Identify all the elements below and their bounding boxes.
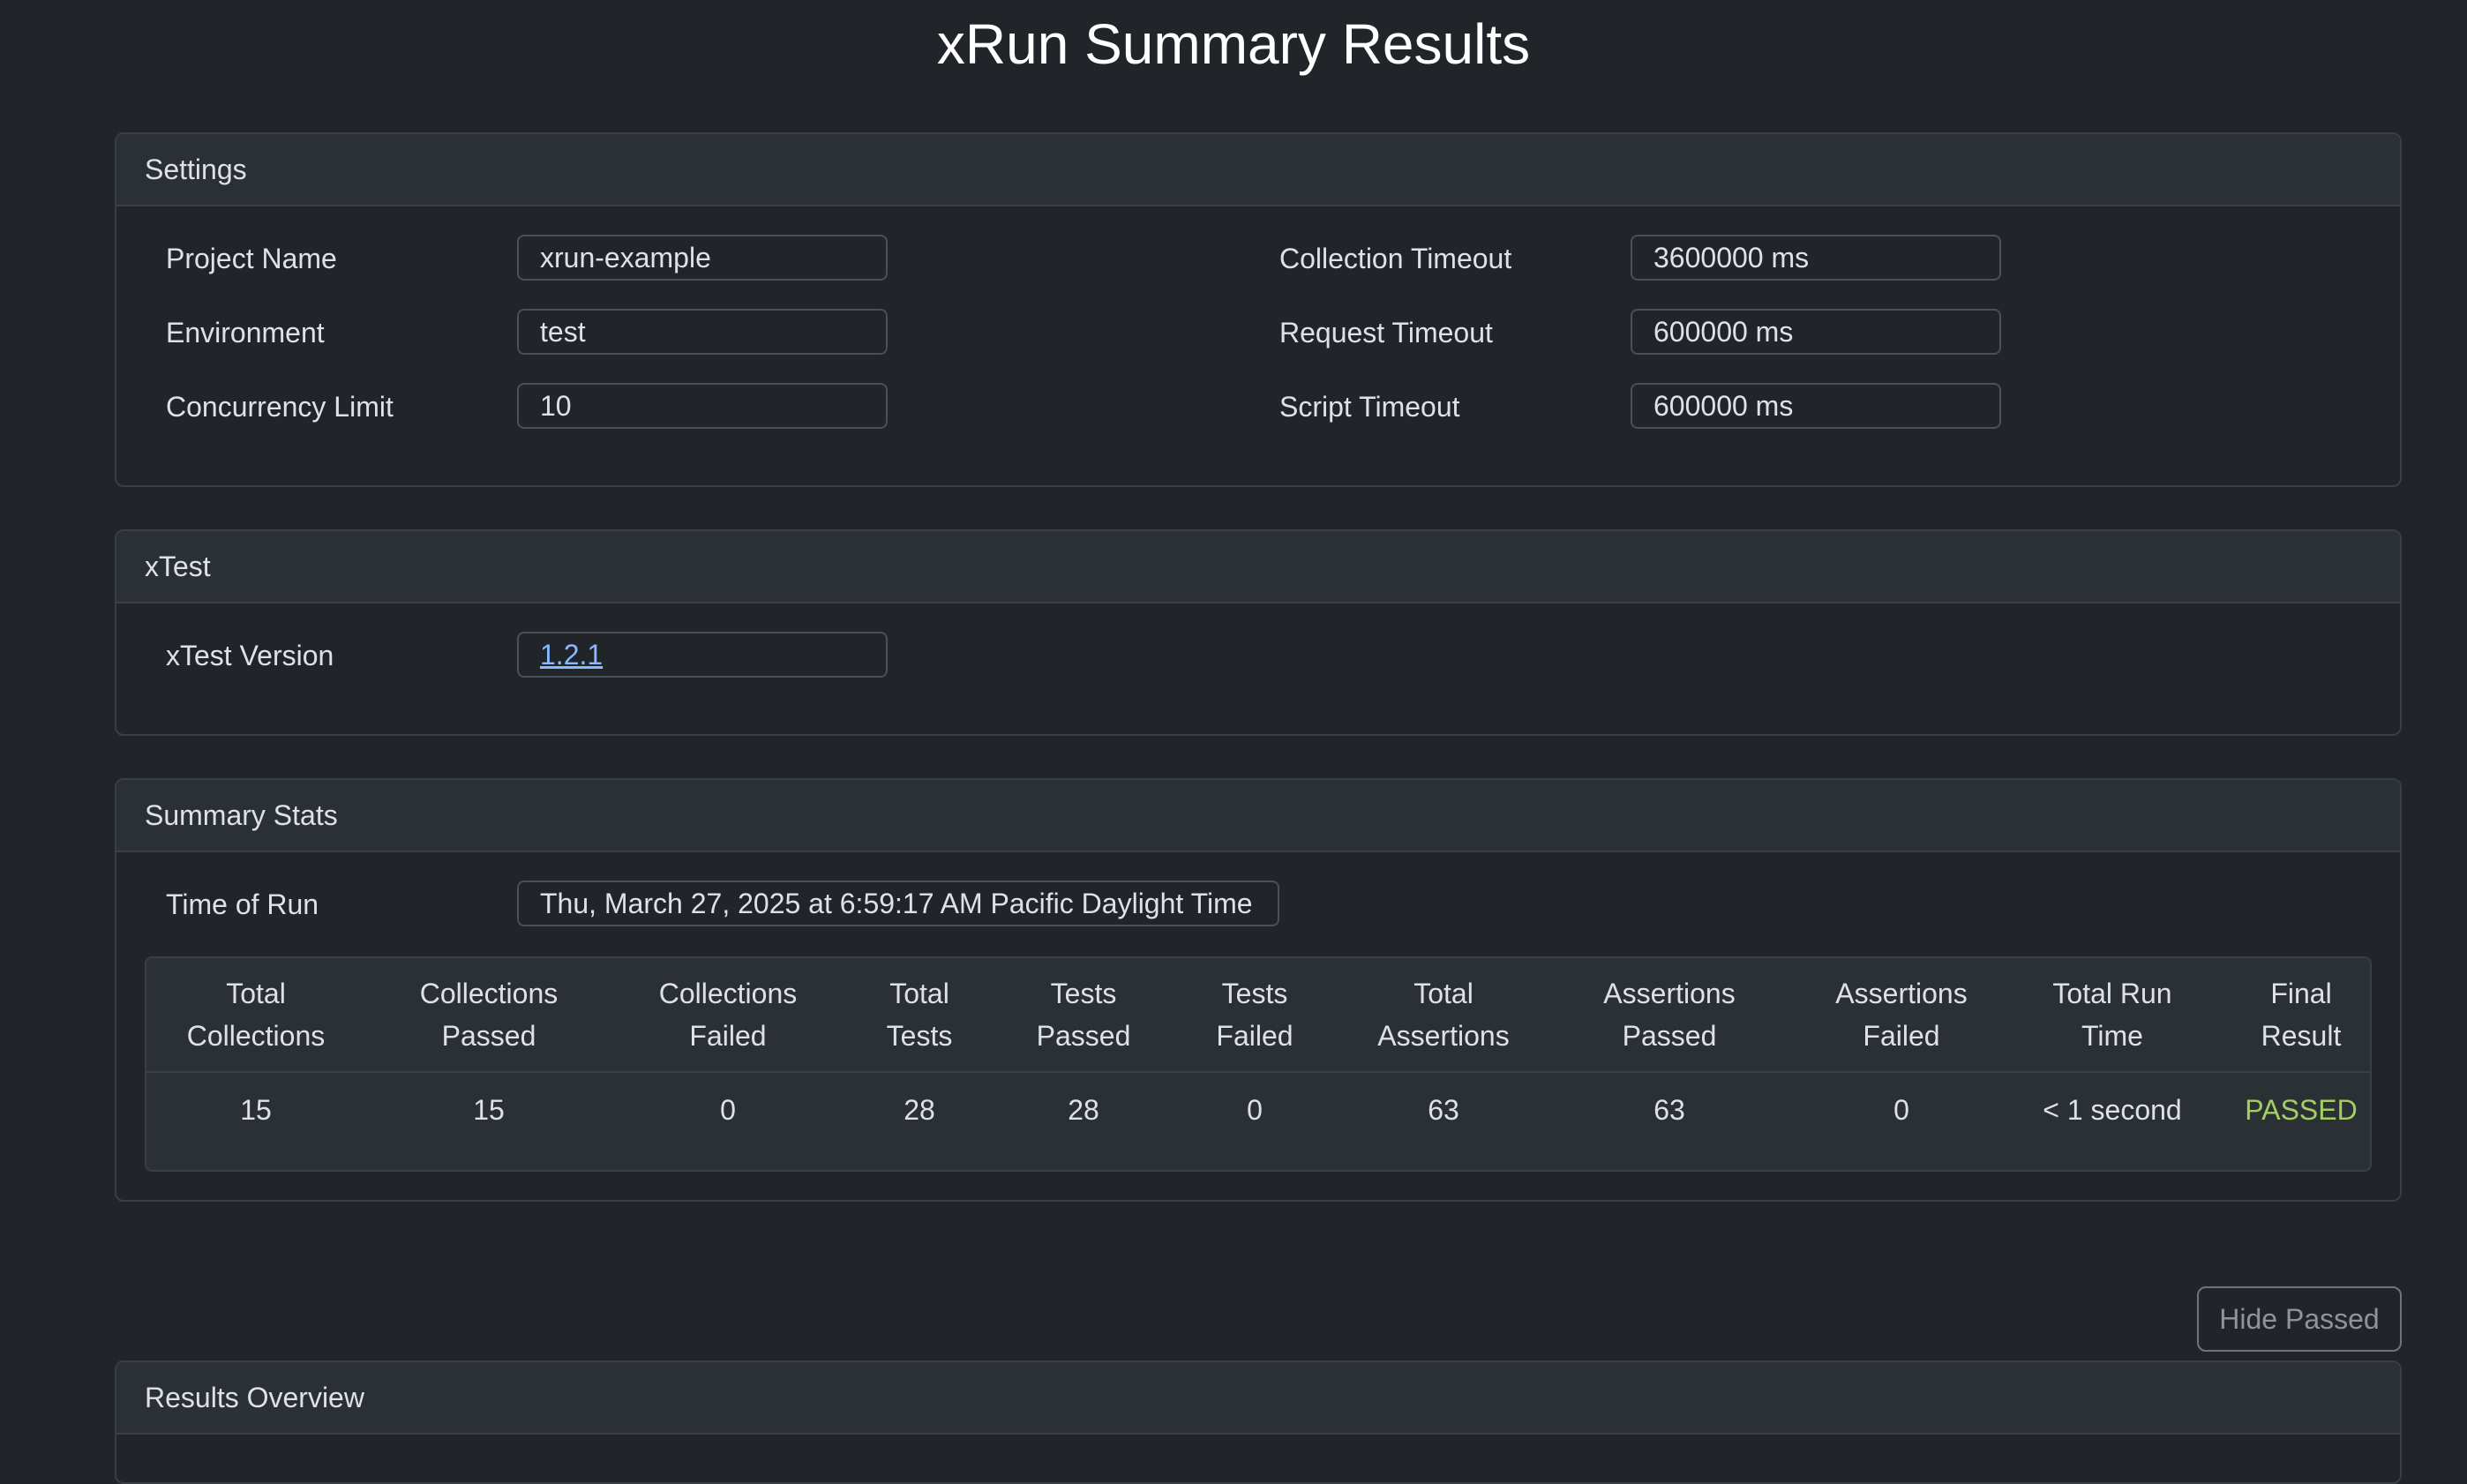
- table-row: 15 15 0 28 28 0 63 63 0 < 1 second PASSE…: [146, 1072, 2370, 1147]
- collection-timeout-field[interactable]: 3600000 ms: [1631, 235, 2001, 281]
- tests-failed-cell: 0: [1247, 1094, 1263, 1126]
- time-of-run-field[interactable]: Thu, March 27, 2025 at 6:59:17 AM Pacifi…: [517, 881, 1279, 926]
- project-name-label: Project Name: [166, 243, 337, 274]
- xtest-version-field: 1.2.1: [517, 632, 888, 678]
- column-header: Total Run Time: [2013, 958, 2211, 1073]
- xtest-version-label: xTest Version: [166, 640, 334, 671]
- concurrency-limit-field[interactable]: 10: [517, 383, 888, 429]
- concurrency-limit-label: Concurrency Limit: [166, 391, 394, 423]
- column-header: Total Tests: [844, 958, 995, 1073]
- script-timeout-label: Script Timeout: [1279, 391, 1460, 423]
- collections-failed-cell: 0: [720, 1094, 736, 1126]
- total-collections-cell: 15: [240, 1094, 272, 1126]
- column-header: Assertions Passed: [1549, 958, 1789, 1073]
- total-run-time-cell: < 1 second: [2043, 1094, 2182, 1126]
- column-header: Tests Failed: [1172, 958, 1338, 1073]
- results-overview-card: Results Overview: [115, 1360, 2402, 1484]
- column-header: Total Collections: [146, 958, 365, 1073]
- request-timeout-label: Request Timeout: [1279, 317, 1493, 349]
- table-header-row: Total Collections Collections Passed Colle…: [146, 958, 2370, 1073]
- column-header: Collections Passed: [365, 958, 612, 1073]
- column-header: Tests Passed: [995, 958, 1172, 1073]
- collections-passed-cell: 15: [473, 1094, 505, 1126]
- summary-stats-header: Summary Stats: [116, 780, 2400, 852]
- tests-passed-cell: 28: [1068, 1094, 1099, 1126]
- xtest-version-link[interactable]: 1.2.1: [540, 639, 603, 671]
- project-name-field[interactable]: xrun-example: [517, 235, 888, 281]
- summary-stats-card: Summary Stats Time of Run Thu, March 27,…: [115, 778, 2402, 1202]
- column-header: Total Assertions: [1338, 958, 1549, 1073]
- collection-timeout-label: Collection Timeout: [1279, 243, 1512, 274]
- column-header: Assertions Failed: [1789, 958, 2013, 1073]
- time-of-run-label: Time of Run: [166, 888, 319, 920]
- assertions-passed-cell: 63: [1653, 1094, 1685, 1126]
- settings-header: Settings: [116, 134, 2400, 206]
- assertions-failed-cell: 0: [1893, 1094, 1909, 1126]
- page-title: xRun Summary Results: [936, 12, 1531, 76]
- total-assertions-cell: 63: [1428, 1094, 1459, 1126]
- xtest-card: xTest xTest Version 1.2.1: [115, 529, 2402, 736]
- total-tests-cell: 28: [904, 1094, 935, 1126]
- xtest-header: xTest: [116, 531, 2400, 603]
- environment-label: Environment: [166, 317, 325, 349]
- column-header: Collections Failed: [612, 958, 844, 1073]
- column-header: Final Result: [2211, 958, 2370, 1073]
- environment-field[interactable]: test: [517, 309, 888, 355]
- final-result-cell: PASSED: [2245, 1094, 2358, 1126]
- hide-passed-button[interactable]: Hide Passed: [2197, 1286, 2402, 1352]
- settings-card: Settings Project Name xrun-example Envir…: [115, 132, 2402, 487]
- request-timeout-field[interactable]: 600000 ms: [1631, 309, 2001, 355]
- script-timeout-field[interactable]: 600000 ms: [1631, 383, 2001, 429]
- results-overview-header: Results Overview: [116, 1362, 2400, 1435]
- summary-stats-table: Total Collections Collections Passed Colle…: [145, 956, 2372, 1172]
